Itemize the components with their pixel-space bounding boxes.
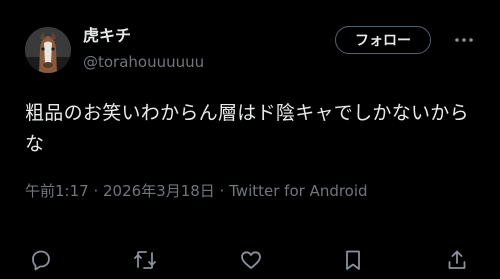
- horse-avatar-icon: [25, 27, 71, 73]
- tweet-date[interactable]: 2026年3月18日: [103, 182, 215, 200]
- author-handle[interactable]: @torahouuuuuu: [83, 52, 204, 72]
- meta-separator: ·: [88, 182, 103, 200]
- more-dots-icon: [455, 38, 473, 42]
- more-options-button[interactable]: [450, 30, 478, 50]
- tweet-meta: 午前1:17 · 2026年3月18日 · Twitter for Androi…: [25, 181, 368, 201]
- reply-button[interactable]: [27, 246, 55, 274]
- like-icon: [241, 251, 261, 269]
- share-button[interactable]: [443, 246, 471, 274]
- tweet-text: 粗品のお笑いわからん層はド陰キャでしかないからな: [25, 102, 469, 155]
- avatar[interactable]: [25, 27, 71, 73]
- follow-button[interactable]: フォロー: [335, 26, 431, 54]
- bookmark-button[interactable]: [339, 246, 367, 274]
- retweet-button[interactable]: [131, 246, 159, 274]
- reply-icon: [32, 250, 50, 271]
- author-display-name[interactable]: 虎キチ: [83, 26, 131, 46]
- tweet-time[interactable]: 午前1:17: [25, 182, 89, 200]
- retweet-icon: [134, 251, 156, 269]
- meta-separator: ·: [214, 182, 230, 200]
- bookmark-icon: [346, 250, 360, 270]
- like-button[interactable]: [237, 246, 265, 274]
- tweet-source[interactable]: Twitter for Android: [229, 182, 367, 200]
- share-icon: [448, 250, 466, 269]
